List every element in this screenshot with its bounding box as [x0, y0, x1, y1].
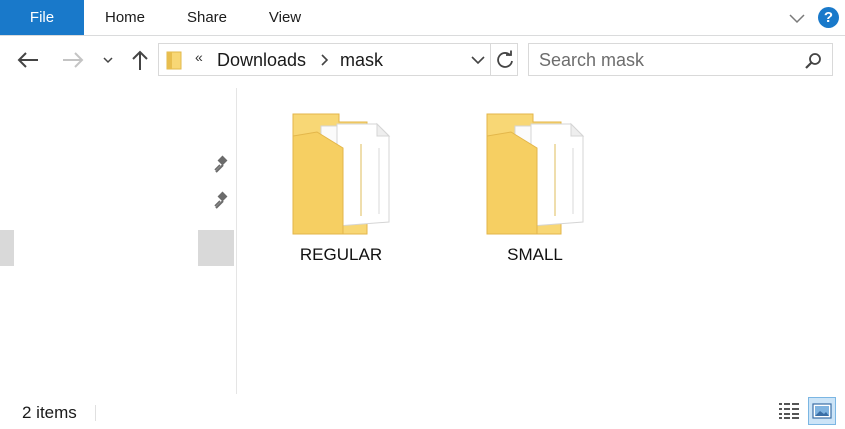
details-view-button[interactable]: [776, 398, 802, 424]
tab-file[interactable]: File: [0, 0, 84, 35]
pane-divider[interactable]: [236, 88, 237, 394]
tab-view[interactable]: View: [254, 0, 316, 35]
breadcrumb-downloads[interactable]: Downloads: [217, 50, 306, 71]
navigation-selected-item[interactable]: [198, 230, 234, 266]
folder-icon: [486, 113, 585, 235]
status-divider: [95, 405, 96, 421]
forward-button[interactable]: [60, 47, 86, 73]
up-button[interactable]: [127, 47, 153, 73]
pin-icon[interactable]: [212, 155, 230, 173]
ribbon: File Home Share View ?: [0, 0, 845, 36]
tab-home[interactable]: Home: [90, 0, 160, 35]
back-button[interactable]: [15, 47, 41, 73]
large-icons-view-icon: [812, 403, 832, 419]
search-box[interactable]: [528, 43, 833, 76]
breadcrumb-mask[interactable]: mask: [340, 50, 383, 71]
forward-arrow-icon: [63, 52, 84, 68]
search-icon[interactable]: [804, 52, 822, 70]
large-icons-view-button[interactable]: [808, 397, 836, 425]
folder-label: REGULAR: [299, 245, 383, 264]
search-input[interactable]: [539, 49, 789, 71]
address-overflow-button[interactable]: «: [195, 49, 203, 65]
chevron-down-icon: [103, 57, 113, 64]
recent-locations-button[interactable]: [98, 47, 118, 73]
back-arrow-icon: [17, 52, 38, 68]
up-arrow-icon: [132, 50, 148, 70]
folder-item[interactable]: REGULAR: [266, 105, 416, 275]
item-count: 2 items: [22, 403, 77, 422]
pin-icon[interactable]: [212, 191, 230, 209]
refresh-button[interactable]: [490, 44, 519, 75]
refresh-icon: [497, 50, 513, 68]
folder-label: SMALL: [507, 245, 563, 264]
navigation-pane-scrollbar[interactable]: [0, 230, 14, 266]
expand-ribbon-chevron-icon[interactable]: [787, 8, 807, 28]
address-dropdown-chevron-icon[interactable]: [470, 54, 486, 66]
chevron-right-icon[interactable]: [319, 53, 329, 67]
tab-share[interactable]: Share: [174, 0, 240, 35]
folder-icon: [292, 113, 391, 235]
address-bar[interactable]: « Downloads mask: [158, 43, 518, 76]
help-icon[interactable]: ?: [818, 7, 839, 28]
folder-icon: [166, 51, 182, 70]
details-view-icon: [779, 403, 799, 419]
folder-item[interactable]: SMALL: [460, 105, 610, 275]
